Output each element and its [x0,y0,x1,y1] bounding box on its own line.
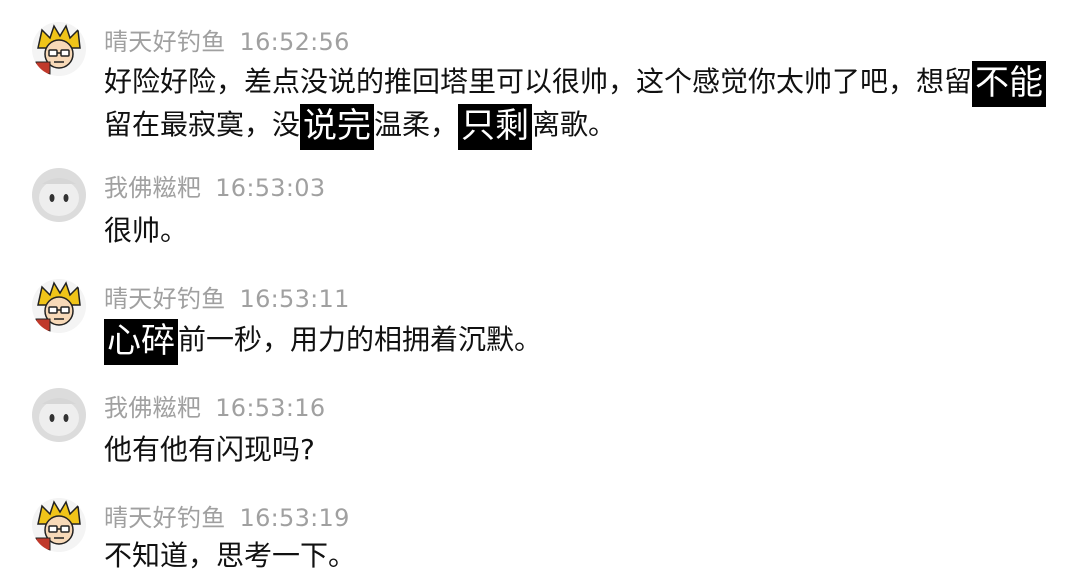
timestamp: 16:53:16 [215,394,326,422]
message-text: 不知道，思考一下。 [104,532,356,580]
timestamp: 16:53:19 [239,504,350,532]
text-segment: 留在最寂寞，没 [104,108,301,141]
message-text: 心碎 前一秒，用力的相拥着沉默。 [104,316,542,365]
message-header: 晴天好钓鱼 16:53:11 [104,279,350,314]
highlighted-text: 只剩 [458,104,533,150]
text-segment: 很帅。 [104,214,189,247]
sender-name[interactable]: 晴天好钓鱼 [104,28,226,56]
text-segment: 离歌。 [532,108,617,141]
timestamp: 16:53:11 [239,285,350,313]
message-header: 晴天好钓鱼 16:52:56 [104,22,350,57]
text-segment: 不知道，思考一下。 [104,539,357,572]
message-text: 好险好险，差点没说的推回塔里可以很帅，这个感觉你太帅了吧，想留不能 [104,58,1047,107]
text-segment: 好险好险，差点没说的推回塔里可以很帅，这个感觉你太帅了吧，想留 [104,65,973,98]
sender-name[interactable]: 晴天好钓鱼 [104,285,226,313]
message-header: 我佛糍粑 16:53:03 [104,168,325,203]
message-text: 留在最寂寞，没说完 温柔，只剩 离歌。 [104,101,616,150]
highlighted-text: 心碎 [104,319,178,365]
avatar[interactable] [32,22,86,76]
message-header: 晴天好钓鱼 16:53:19 [104,498,350,533]
avatar[interactable] [32,168,86,222]
text-segment: 温柔， [374,108,459,141]
highlighted-text: 说完 [300,104,375,150]
message-text: 很帅。 [104,207,188,255]
avatar[interactable] [32,279,86,333]
sender-name[interactable]: 我佛糍粑 [104,394,201,422]
sender-name[interactable]: 我佛糍粑 [104,174,201,202]
avatar[interactable] [32,498,86,552]
timestamp: 16:52:56 [239,28,350,56]
avatar[interactable] [32,388,86,442]
message-header: 我佛糍粑 16:53:16 [104,388,325,423]
text-segment: 前一秒，用力的相拥着沉默。 [178,323,543,356]
highlighted-text: 不能 [972,61,1047,107]
message-text: 他有他有闪现吗? [104,426,315,474]
timestamp: 16:53:03 [215,174,326,202]
text-segment: 他有他有闪现吗? [104,433,315,466]
sender-name[interactable]: 晴天好钓鱼 [104,504,226,532]
